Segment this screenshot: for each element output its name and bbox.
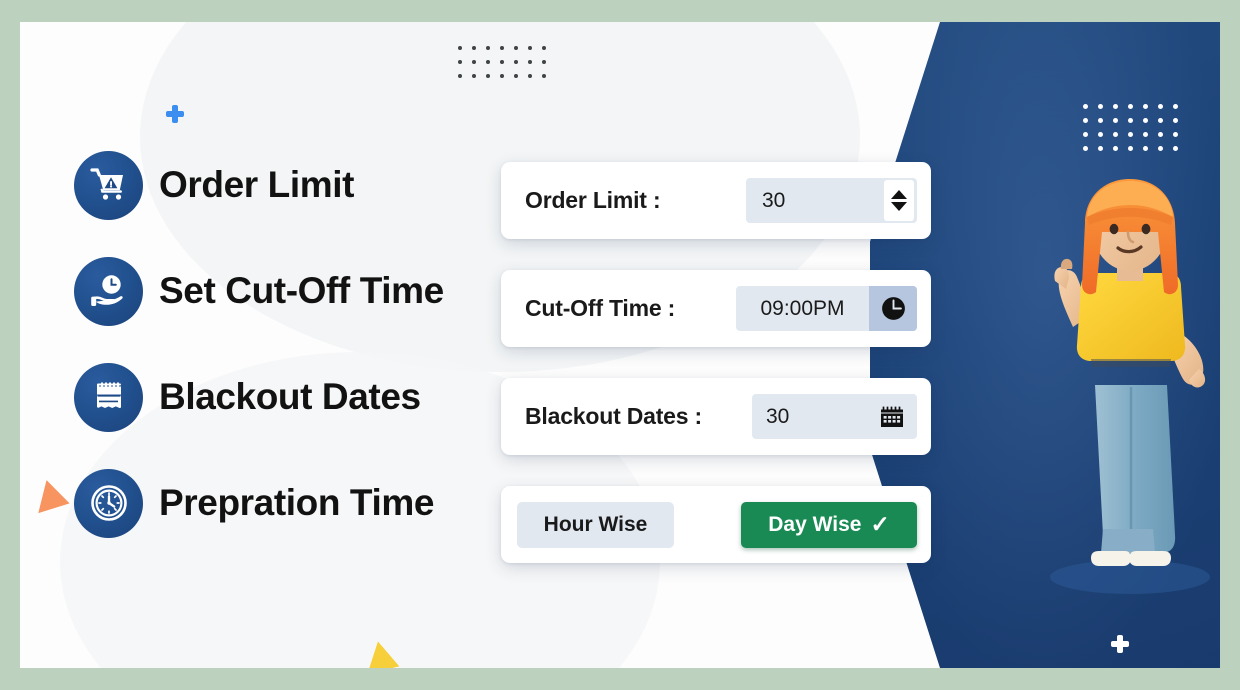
- dot-grid-panel: [1083, 104, 1188, 160]
- feature-item-cut-off-time: Set Cut-Off Time: [74, 255, 504, 327]
- check-icon: ✓: [870, 511, 890, 537]
- order-limit-input[interactable]: 30: [746, 178, 917, 223]
- feature-item-preparation-time: Prepration Time: [74, 467, 504, 539]
- number-spinner[interactable]: [884, 180, 914, 221]
- feature-label: Blackout Dates: [159, 376, 421, 417]
- chevron-down-icon[interactable]: [891, 202, 907, 211]
- cut-off-time-value: 09:00PM: [760, 296, 845, 320]
- clock-icon[interactable]: [869, 286, 917, 331]
- settings-form: Order Limit : 30 Cut-Off Time : 09:00PM: [501, 162, 931, 594]
- plus-icon: [1111, 635, 1129, 653]
- feature-label: Prepration Time: [159, 482, 435, 523]
- preparation-option-label: Day Wise: [768, 512, 862, 536]
- clock-icon: [74, 468, 143, 538]
- blackout-dates-input[interactable]: 30: [752, 394, 917, 439]
- order-limit-value: 30: [762, 188, 786, 212]
- chevron-up-icon[interactable]: [891, 190, 907, 199]
- preparation-option-label: Hour Wise: [543, 512, 648, 536]
- feature-label: Set Cut-Off Time: [159, 270, 444, 311]
- feature-list: Order Limit Set Cut-Off Time Blackout Da…: [74, 149, 504, 573]
- plus-icon: [166, 105, 184, 123]
- slide-canvas: Order Limit Set Cut-Off Time Blackout Da…: [20, 22, 1220, 668]
- preparation-option-day-wise[interactable]: Day Wise ✓: [741, 501, 917, 548]
- hand-clock-icon: [74, 256, 143, 326]
- cart-warning-icon: [74, 150, 143, 220]
- dot-grid-top: [458, 46, 556, 88]
- blackout-dates-card: Blackout Dates : 30: [501, 378, 931, 455]
- feature-item-blackout-dates: Blackout Dates: [74, 361, 504, 433]
- order-limit-card: Order Limit : 30: [501, 162, 931, 239]
- page-frame: Order Limit Set Cut-Off Time Blackout Da…: [0, 0, 1240, 690]
- order-limit-label: Order Limit :: [525, 187, 661, 213]
- blackout-dates-value: 30: [766, 404, 790, 428]
- calendar-icon[interactable]: [879, 404, 917, 430]
- illustration-3d-woman: [1025, 177, 1220, 607]
- cut-off-time-label: Cut-Off Time :: [525, 295, 676, 321]
- cut-off-time-card: Cut-Off Time : 09:00PM: [501, 270, 931, 347]
- preparation-option-hour-wise[interactable]: Hour Wise: [517, 501, 674, 548]
- blackout-dates-label: Blackout Dates :: [525, 403, 703, 429]
- feature-label: Order Limit: [159, 164, 355, 205]
- cut-off-time-input[interactable]: 09:00PM: [736, 286, 917, 331]
- feature-item-order-limit: Order Limit: [74, 149, 504, 221]
- preparation-time-card: Hour Wise Day Wise ✓: [501, 486, 931, 563]
- calendar-icon: [74, 362, 143, 432]
